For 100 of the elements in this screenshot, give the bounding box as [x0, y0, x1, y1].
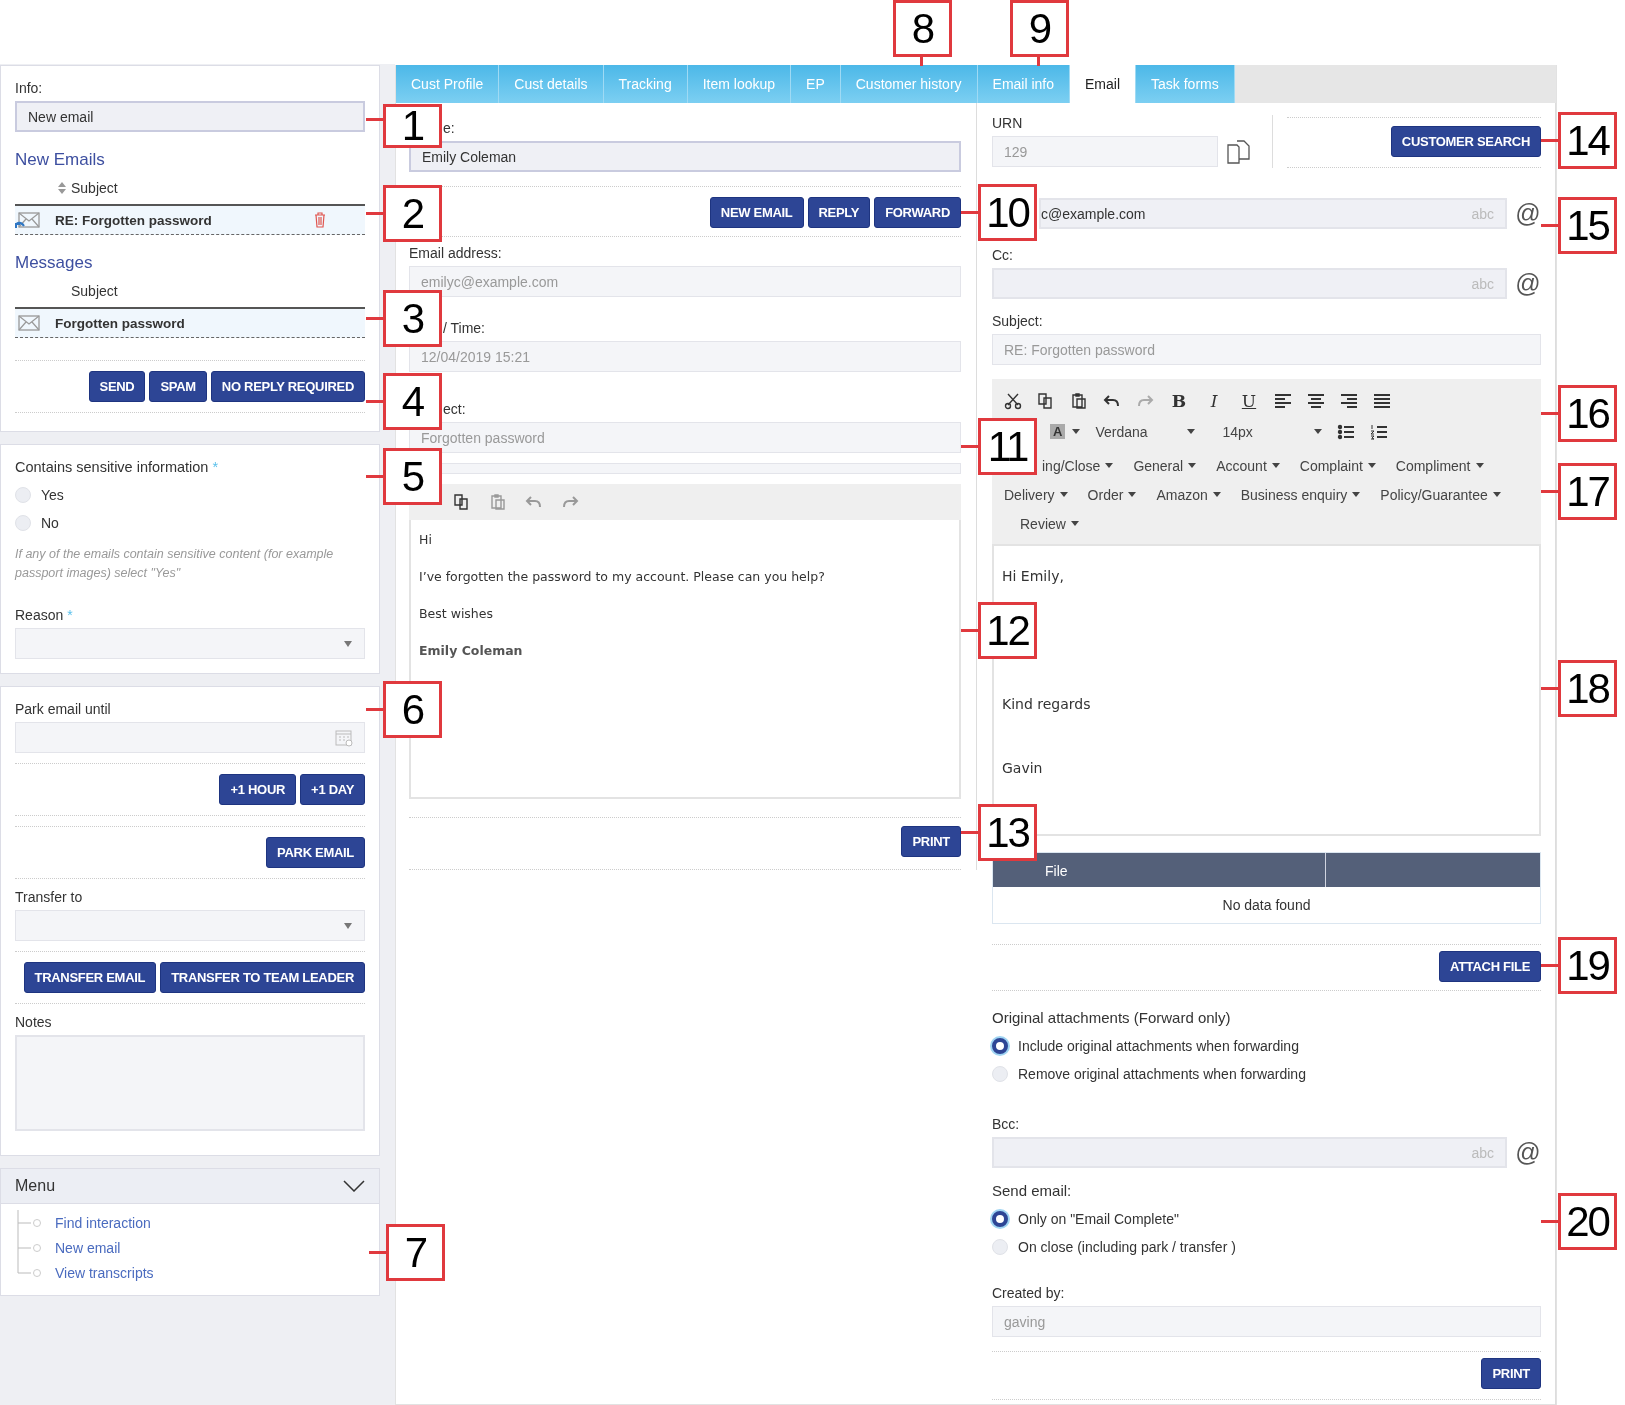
- template-dropdown[interactable]: Amazon: [1156, 480, 1221, 509]
- message-line: Emily Coleman: [419, 643, 524, 658]
- callout-number: 8: [893, 0, 952, 57]
- field-label: Transfer to: [15, 889, 84, 905]
- format-button[interactable]: U: [1239, 390, 1259, 411]
- email-action-button[interactable]: FORWARD: [874, 197, 961, 228]
- radio-button[interactable]: [992, 1038, 1008, 1054]
- action-button[interactable]: NO REPLY REQUIRED: [210, 371, 365, 402]
- quick-park-button[interactable]: +1 HOUR: [219, 774, 297, 805]
- field-label: Email address:: [409, 245, 503, 261]
- address-book-button[interactable]: @: [1515, 1138, 1541, 1167]
- column-header[interactable]: Subject: [71, 283, 118, 299]
- bullet-list-icon[interactable]: [1337, 422, 1356, 441]
- copy-icon[interactable]: [1037, 391, 1055, 410]
- template-dropdown[interactable]: Compliment: [1395, 451, 1484, 480]
- tab[interactable]: Email: [1070, 65, 1137, 103]
- callout-number: 6: [383, 681, 442, 738]
- align-left-icon[interactable]: [1274, 391, 1292, 410]
- callout-number: 15: [1558, 197, 1617, 254]
- envelope-reply-icon: [15, 211, 41, 229]
- sort-icon[interactable]: [57, 181, 67, 195]
- print-button[interactable]: PRINT: [1481, 1358, 1541, 1389]
- caret-icon[interactable]: [1072, 429, 1081, 434]
- trash-icon[interactable]: [313, 212, 327, 228]
- format-button[interactable]: I: [1204, 390, 1224, 411]
- template-dropdown[interactable]: Order: [1087, 480, 1137, 509]
- template-dropdown[interactable]: Policy/Guarantee: [1380, 480, 1501, 509]
- print-button[interactable]: PRINT: [901, 826, 961, 857]
- menu-link[interactable]: Find interaction: [55, 1214, 151, 1231]
- font-color-button[interactable]: A: [1050, 424, 1066, 439]
- section-title: New Emails: [15, 150, 106, 170]
- group-label: Send email:: [992, 1182, 1073, 1199]
- field-label: ect:: [442, 401, 467, 417]
- empty-message: No data found: [1221, 896, 1312, 915]
- font-select[interactable]: Verdana: [1095, 423, 1196, 440]
- notes-field[interactable]: [15, 1035, 365, 1131]
- template-dropdown[interactable]: Complaint: [1299, 451, 1376, 480]
- date-field[interactable]: [15, 722, 365, 753]
- column-header[interactable]: Subject: [71, 180, 118, 196]
- email-action-button[interactable]: NEW EMAIL: [709, 197, 804, 228]
- menu-link[interactable]: View transcripts: [55, 1264, 154, 1281]
- callout-number: 3: [383, 290, 442, 347]
- field-label: Notes: [15, 1014, 53, 1030]
- callout-number: 7: [386, 1224, 445, 1281]
- email-action-button[interactable]: REPLY: [807, 197, 871, 228]
- dropdown-arrow-icon[interactable]: [343, 921, 353, 930]
- callout-number: 20: [1558, 1193, 1617, 1250]
- template-dropdown[interactable]: Review: [1020, 509, 1079, 538]
- dropdown-arrow-icon[interactable]: [343, 639, 353, 648]
- action-button[interactable]: SEND: [88, 371, 146, 402]
- group-label: Original attachments (Forward only): [992, 1009, 1232, 1026]
- menu-link[interactable]: New email: [55, 1239, 121, 1256]
- field-label: Park email until: [15, 701, 112, 717]
- copy-icon[interactable]: [453, 493, 471, 511]
- email-subject: RE: Forgotten password: [55, 212, 213, 228]
- reply-line: Kind regards: [1002, 695, 1092, 714]
- radio-label: Only on "Email Complete": [1018, 1211, 1179, 1227]
- park-button[interactable]: PARK EMAIL: [266, 837, 365, 868]
- radio-label: On close (including park / transfer ): [1018, 1239, 1236, 1255]
- menu-header[interactable]: Menu: [0, 1168, 380, 1204]
- reply-line: Hi Emily,: [1002, 567, 1065, 586]
- format-button[interactable]: B: [1169, 390, 1189, 411]
- callout-number: 1: [383, 104, 442, 148]
- template-dropdown[interactable]: General: [1133, 451, 1197, 480]
- reply-line: Gavin: [1002, 759, 1044, 778]
- chevron-down-icon[interactable]: [343, 1180, 365, 1192]
- radio-label: Include original attachments when forwarding: [1018, 1038, 1299, 1054]
- callout-number: 5: [383, 448, 442, 505]
- message-line: I’ve forgotten the password to my account. Please can you help?: [419, 569, 826, 584]
- radio-button[interactable]: [992, 1211, 1008, 1227]
- align-right-icon[interactable]: [1340, 391, 1358, 410]
- to-field[interactable]: c@example.com abc: [1039, 198, 1507, 229]
- email-row[interactable]: Forgotten password: [15, 307, 365, 338]
- transfer-button[interactable]: TRANSFER EMAIL: [23, 962, 157, 993]
- radio-label: Remove original attachments when forwarding: [1018, 1066, 1306, 1082]
- name-field[interactable]: Emily Coleman: [409, 141, 961, 172]
- section-title: Messages: [15, 253, 94, 273]
- address-book-button[interactable]: @: [1515, 199, 1541, 228]
- template-dropdown[interactable]: ing/Close: [1042, 451, 1114, 480]
- template-dropdown[interactable]: Account: [1216, 451, 1280, 480]
- align-center-icon[interactable]: [1307, 391, 1325, 410]
- customer-search-button[interactable]: CUSTOMER SEARCH: [1390, 126, 1541, 157]
- callout-number: 9: [1010, 0, 1069, 57]
- cut-icon[interactable]: [1004, 391, 1022, 410]
- address-book-button[interactable]: @: [1515, 269, 1541, 298]
- paste-icon[interactable]: [1070, 391, 1088, 410]
- template-dropdown[interactable]: Business enquiry: [1240, 480, 1361, 509]
- email-row[interactable]: RE: Forgotten password: [15, 204, 365, 235]
- numbered-list-icon[interactable]: [1370, 422, 1389, 441]
- field-label: e:: [442, 120, 456, 136]
- info-field[interactable]: New email: [15, 101, 365, 132]
- template-dropdown[interactable]: Delivery: [1004, 480, 1068, 509]
- quick-park-button[interactable]: +1 DAY: [300, 774, 365, 805]
- attach-file-button[interactable]: ATTACH FILE: [1439, 951, 1541, 982]
- size-select[interactable]: 14px: [1222, 423, 1323, 440]
- copy-icon[interactable]: [1226, 138, 1252, 165]
- action-button[interactable]: SPAM: [149, 371, 207, 402]
- callout-number: 18: [1558, 660, 1617, 717]
- justify-icon[interactable]: [1373, 391, 1391, 410]
- transfer-button[interactable]: TRANSFER TO TEAM LEADER: [160, 962, 365, 993]
